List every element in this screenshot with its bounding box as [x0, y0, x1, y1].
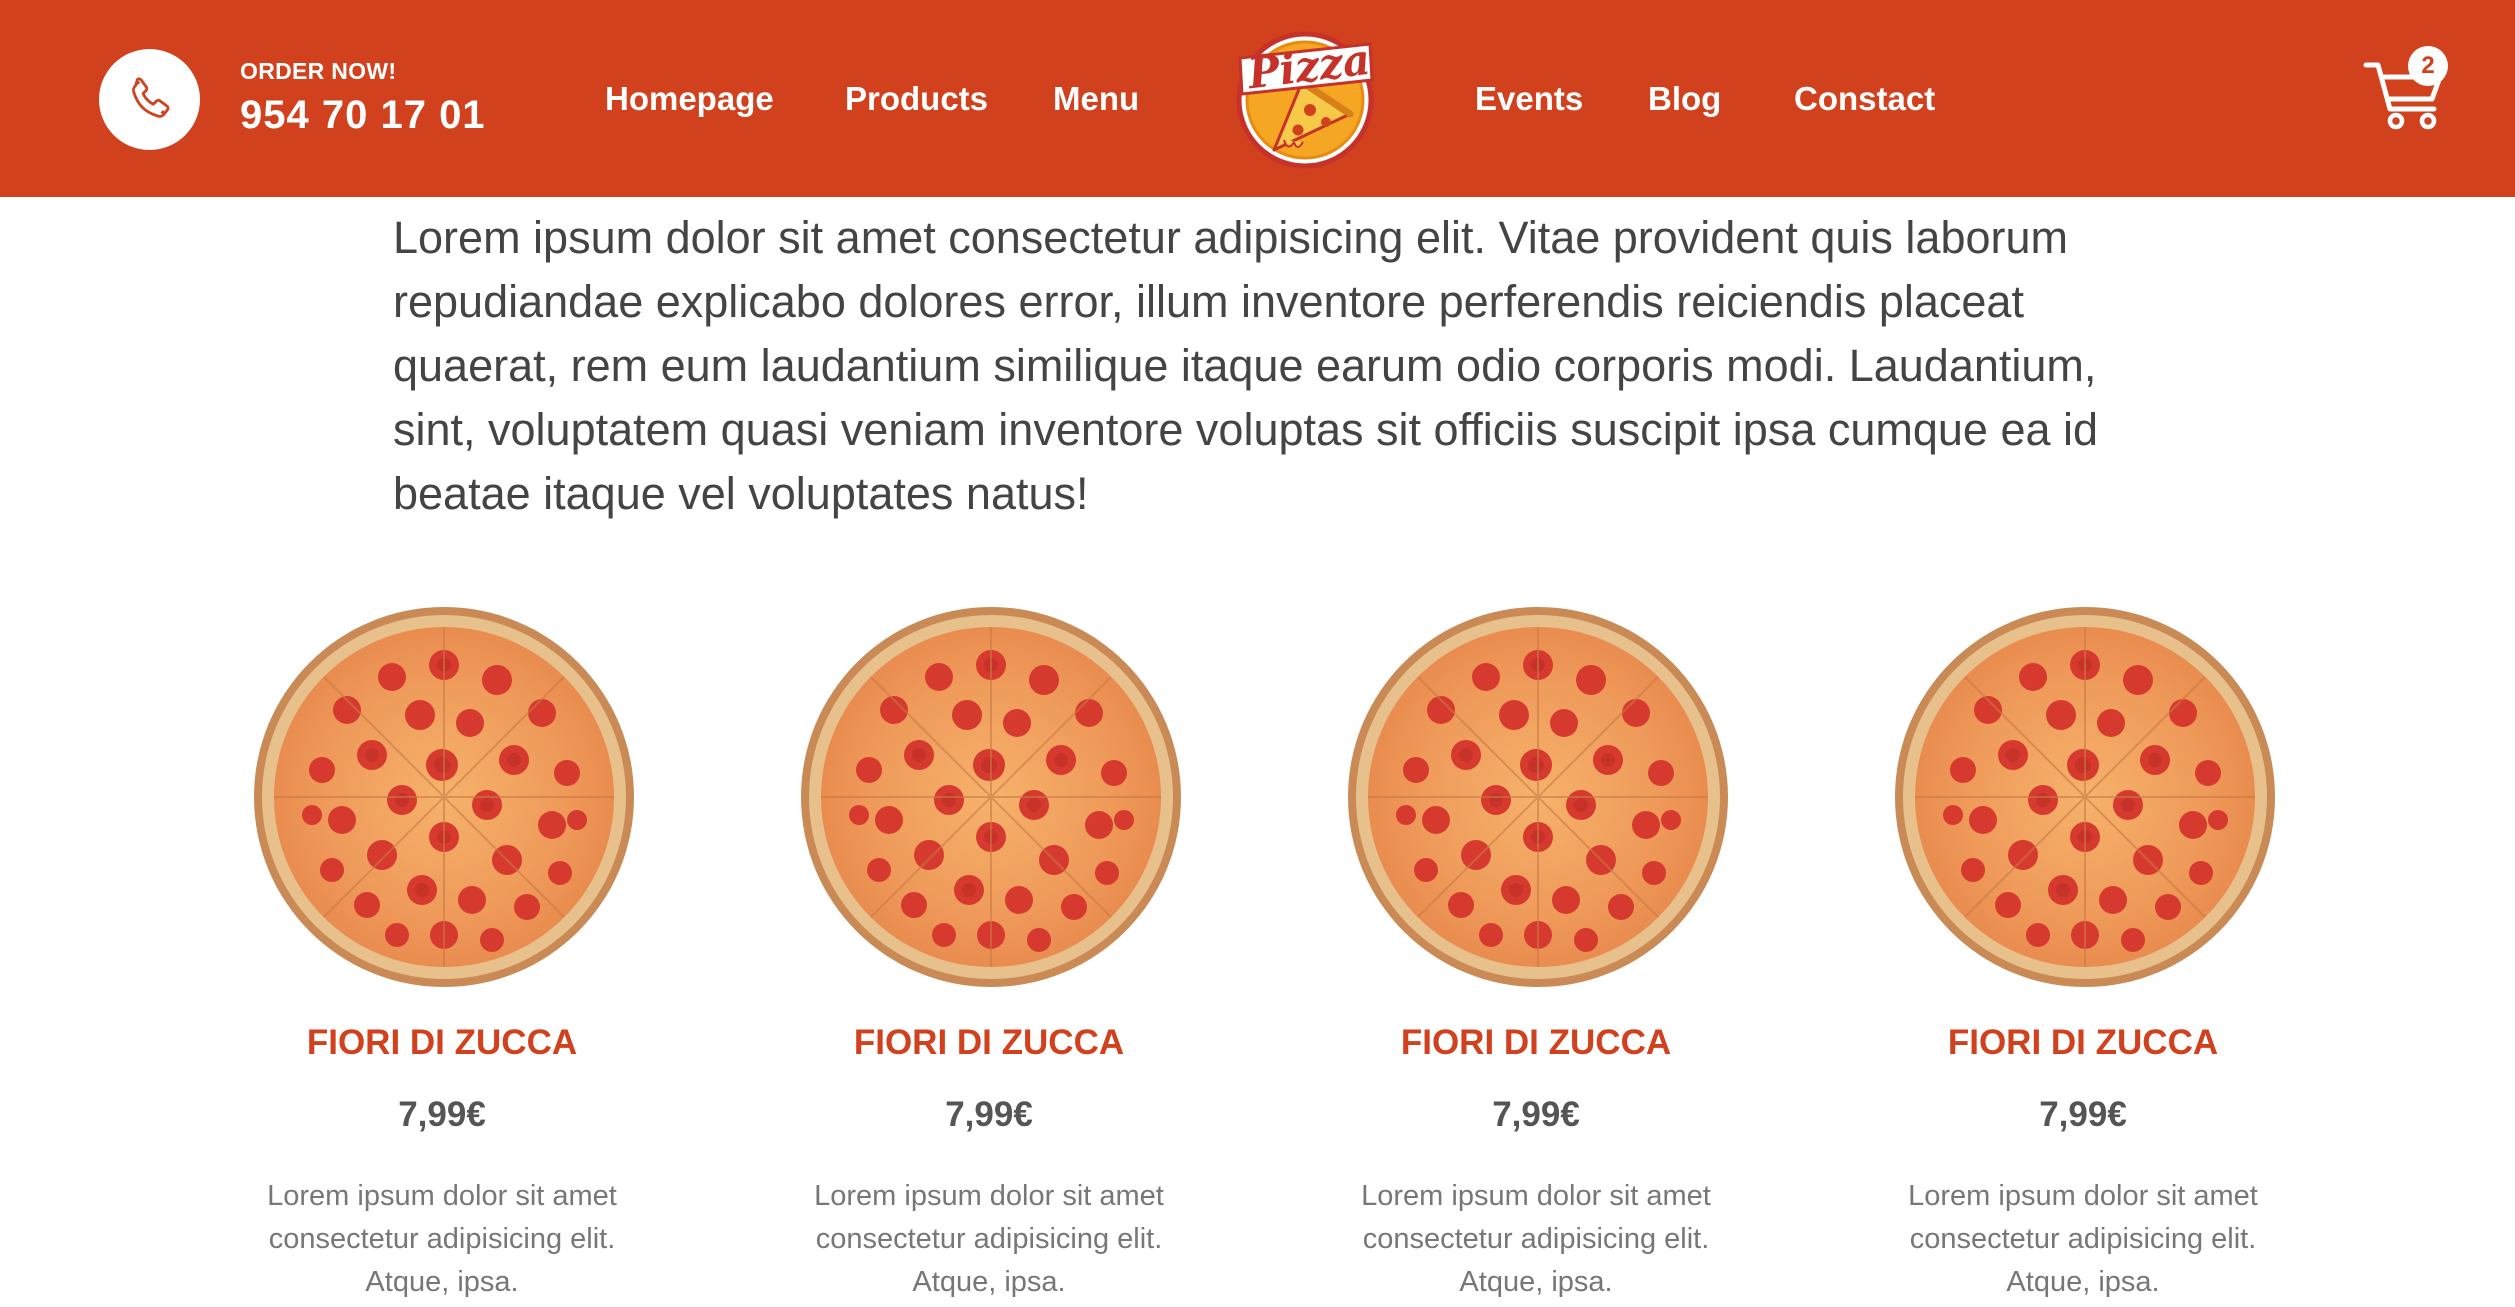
- nav-blog[interactable]: Blog: [1648, 80, 1721, 118]
- phone-button[interactable]: [99, 49, 200, 150]
- product-card[interactable]: FIORI DI ZUCCA 7,99€ Lorem ipsum dolor s…: [222, 605, 662, 1305]
- nav-menu[interactable]: Menu: [1053, 80, 1139, 118]
- phone-icon: [131, 76, 169, 118]
- nav-events[interactable]: Events: [1475, 80, 1583, 118]
- nav-contact[interactable]: Constact: [1794, 80, 1935, 118]
- product-title[interactable]: FIORI DI ZUCCA: [1863, 1023, 2303, 1063]
- product-title[interactable]: FIORI DI ZUCCA: [1316, 1023, 1756, 1063]
- navbar: ORDER NOW! 954 70 17 01 Homepage Product…: [0, 0, 2515, 197]
- product-description: Lorem ipsum dolor sit amet consectetur a…: [1361, 1180, 1711, 1298]
- pizza-image[interactable]: [252, 605, 636, 989]
- product-title[interactable]: FIORI DI ZUCCA: [769, 1023, 1209, 1063]
- pizza-image[interactable]: [1346, 605, 1730, 989]
- product-description: Lorem ipsum dolor sit amet consectetur a…: [814, 1180, 1164, 1298]
- pizza-image[interactable]: [1893, 605, 2277, 989]
- intro-text: Lorem ipsum dolor sit amet consectetur a…: [393, 212, 2099, 519]
- cart-count-badge: 2: [2408, 46, 2448, 86]
- product-price: 7,99€: [398, 1095, 486, 1134]
- product-card[interactable]: FIORI DI ZUCCA 7,99€ Lorem ipsum dolor s…: [1863, 605, 2303, 1305]
- order-now-label: ORDER NOW!: [240, 58, 397, 84]
- pizza-image[interactable]: [799, 605, 1183, 989]
- product-card[interactable]: FIORI DI ZUCCA 7,99€ Lorem ipsum dolor s…: [769, 605, 1209, 1305]
- nav-products[interactable]: Products: [845, 80, 988, 118]
- nav-homepage[interactable]: Homepage: [605, 80, 774, 118]
- product-price: 7,99€: [1492, 1095, 1580, 1134]
- product-price: 7,99€: [945, 1095, 1033, 1134]
- phone-number[interactable]: 954 70 17 01: [240, 93, 486, 138]
- product-price: 7,99€: [2039, 1095, 2127, 1134]
- product-title[interactable]: FIORI DI ZUCCA: [222, 1023, 662, 1063]
- product-description: Lorem ipsum dolor sit amet consectetur a…: [1908, 1180, 2258, 1298]
- product-card[interactable]: FIORI DI ZUCCA 7,99€ Lorem ipsum dolor s…: [1316, 605, 1756, 1305]
- product-description: Lorem ipsum dolor sit amet consectetur a…: [267, 1180, 617, 1298]
